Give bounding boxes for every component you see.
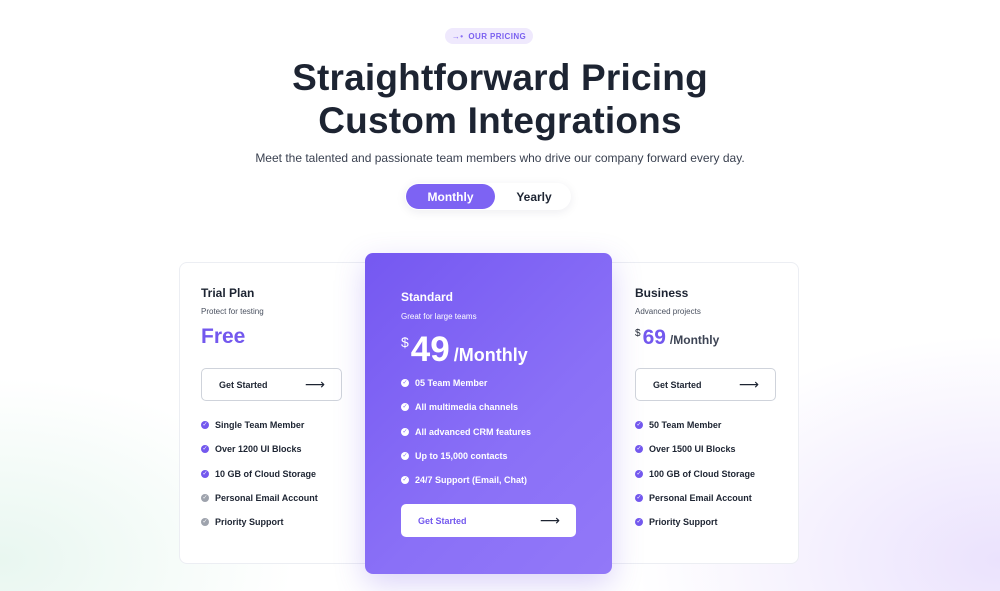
list-item: ✓ All advanced CRM features xyxy=(401,426,532,437)
list-item: ✓ Single Team Member xyxy=(201,420,305,430)
list-item: ✓ Over 1200 UI Blocks xyxy=(201,444,302,455)
list-item: ✓ 05 Team Member xyxy=(401,378,488,388)
plan-description: Great for large teams xyxy=(401,312,477,321)
feature-list-standard: ✓ 05 Team Member ✓ All multimedia channels… xyxy=(401,377,531,498)
page-title-line-2: Custom Integrations xyxy=(318,100,682,141)
billing-monthly-option[interactable]: Monthly xyxy=(406,184,495,209)
billing-toggle: Monthly Yearly xyxy=(405,183,571,210)
button-label: Get Started xyxy=(653,379,702,390)
check-circle-icon: ✓ xyxy=(201,469,209,478)
plan-name: Business xyxy=(635,286,689,300)
get-started-button-standard[interactable]: Get Started ⟶ xyxy=(401,504,576,537)
arrow-right-icon: ⟶ xyxy=(539,512,560,528)
feature-list-trial: ✓ Single Team Member ✓ Over 1200 UI Blocks… xyxy=(201,419,318,540)
list-item: ✓ Personal Email Account xyxy=(201,492,318,503)
check-circle-icon: ✓ xyxy=(635,445,643,454)
plan-description: Protect for testing xyxy=(201,307,264,316)
plan-card-business: Business Advanced projects xyxy=(635,286,795,316)
plan-name: Standard xyxy=(401,290,454,304)
check-circle-icon: ✓ xyxy=(635,421,643,429)
list-item: ✓ Personal Email Account xyxy=(635,492,752,503)
check-circle-icon: ✓ xyxy=(635,493,643,502)
list-item: ✓ All multimedia channels xyxy=(401,402,519,413)
check-circle-icon: ✓ xyxy=(401,476,409,485)
list-item: ✓ 50 Team Member xyxy=(635,420,722,430)
check-circle-icon: ✓ xyxy=(201,445,209,454)
arrow-right-icon: ⟶ xyxy=(738,376,759,392)
plan-price: Free xyxy=(201,325,246,348)
plan-price: $ 49 /Monthly xyxy=(401,330,528,369)
check-circle-disabled-icon: ✓ xyxy=(201,493,209,502)
list-item: ✓ Priority Support xyxy=(201,517,284,528)
section-eyebrow-badge: →• OUR PRICING xyxy=(445,28,533,44)
list-item: ✓ 10 GB of Cloud Storage xyxy=(201,468,317,479)
billing-yearly-option[interactable]: Yearly xyxy=(499,184,569,209)
plan-description: Advanced projects xyxy=(635,307,701,316)
feature-list-business: ✓ 50 Team Member ✓ Over 1500 UI Blocks ✓ 10… xyxy=(635,419,755,540)
check-circle-icon: ✓ xyxy=(401,451,409,460)
check-circle-icon: ✓ xyxy=(401,403,409,412)
button-label: Get Started xyxy=(219,379,268,390)
check-circle-icon: ✓ xyxy=(401,427,409,436)
check-circle-icon: ✓ xyxy=(401,379,409,387)
list-item: ✓ Up to 15,000 contacts xyxy=(401,450,508,461)
plan-card-trial: Trial Plan Protect for testing xyxy=(201,286,361,316)
get-started-button-business[interactable]: Get Started ⟶ xyxy=(635,368,776,401)
check-circle-icon: ✓ xyxy=(635,518,643,527)
arrow-right-icon: ⟶ xyxy=(304,376,325,392)
list-item: ✓ Over 1500 UI Blocks xyxy=(635,444,736,455)
plan-price: $ 69 /Monthly xyxy=(635,326,720,349)
list-item: ✓ Priority Support xyxy=(635,517,718,528)
page-title-line-1: Straightforward Pricing xyxy=(292,57,708,98)
button-label: Get Started xyxy=(418,515,467,526)
check-circle-icon: ✓ xyxy=(201,421,209,429)
arrow-right-dots-icon: →• xyxy=(451,31,464,41)
list-item: ✓ 24/7 Support (Email, Chat) xyxy=(401,475,528,486)
list-item: ✓ 100 GB of Cloud Storage xyxy=(635,468,756,479)
get-started-button-trial[interactable]: Get Started ⟶ xyxy=(201,368,342,401)
check-circle-disabled-icon: ✓ xyxy=(201,518,209,527)
check-circle-icon: ✓ xyxy=(635,469,643,478)
plan-name: Trial Plan xyxy=(201,286,255,300)
eyebrow-label: OUR PRICING xyxy=(468,31,527,41)
plan-header-standard: Standard Great for large teams xyxy=(401,290,601,321)
page-subtitle: Meet the talented and passionate team me… xyxy=(255,151,745,165)
